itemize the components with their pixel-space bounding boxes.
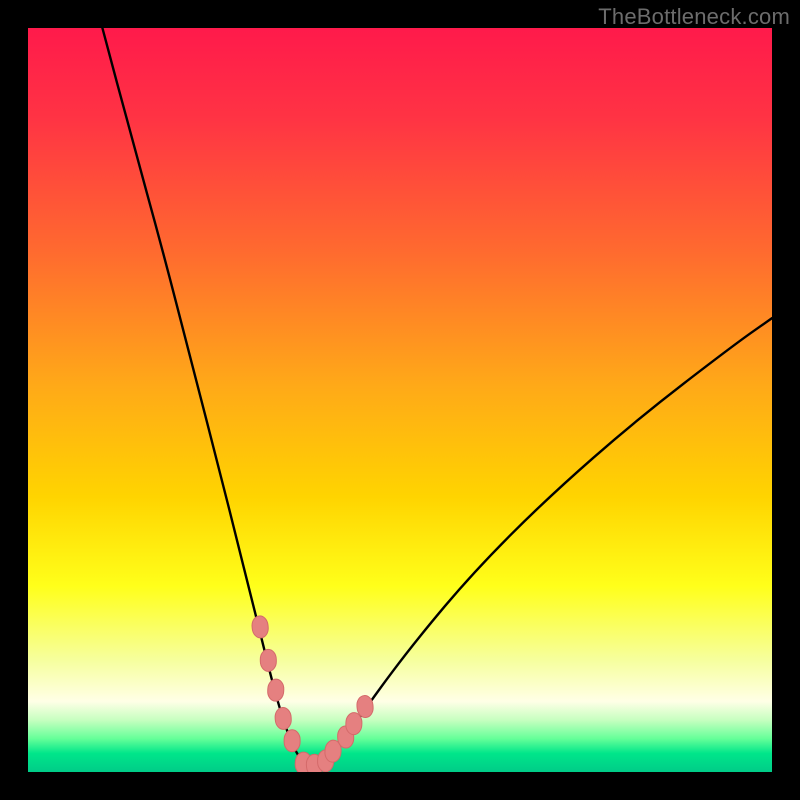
- watermark-text: TheBottleneck.com: [598, 4, 790, 30]
- marker-point: [284, 730, 300, 752]
- bottleneck-chart: [28, 28, 772, 772]
- marker-point: [267, 679, 284, 702]
- marker-point: [260, 649, 276, 671]
- marker-point: [345, 712, 362, 735]
